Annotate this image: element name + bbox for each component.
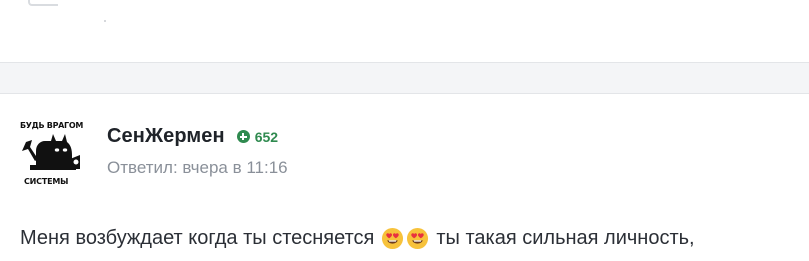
post-body: Меня возбуждает когда ты стесняется ты т… xyxy=(20,227,809,250)
author-name[interactable]: СенЖермен xyxy=(107,125,225,148)
comment-post: БУДЬ ВРАГОМ СИСТЕМЫ СенЖермен 652 Ответи… xyxy=(0,93,809,261)
reputation-count: 652 xyxy=(254,128,279,145)
avatar[interactable]: БУДЬ ВРАГОМ СИСТЕМЫ xyxy=(18,121,88,191)
previous-post-dot xyxy=(104,20,106,22)
heart-eyes-emoji-icon xyxy=(407,227,429,250)
reputation-badge[interactable]: 652 xyxy=(236,128,279,145)
post-body-text-end: ты такая сильная личность, xyxy=(436,227,695,249)
heart-eyes-emoji-icon xyxy=(382,227,404,250)
post-separator xyxy=(0,63,809,93)
plus-circle-icon xyxy=(236,130,250,143)
previous-post-remnant xyxy=(28,0,58,6)
avatar-bottom-text: СИСТЕМЫ xyxy=(24,177,69,186)
post-body-text-start: Меня возбуждает когда ты стесняется xyxy=(20,227,375,249)
avatar-top-text: БУДЬ ВРАГОМ xyxy=(20,121,83,130)
post-timestamp[interactable]: Ответил: вчера в 11:16 xyxy=(107,158,288,178)
author-row: СенЖермен 652 xyxy=(107,125,278,148)
previous-post-card xyxy=(0,0,809,63)
